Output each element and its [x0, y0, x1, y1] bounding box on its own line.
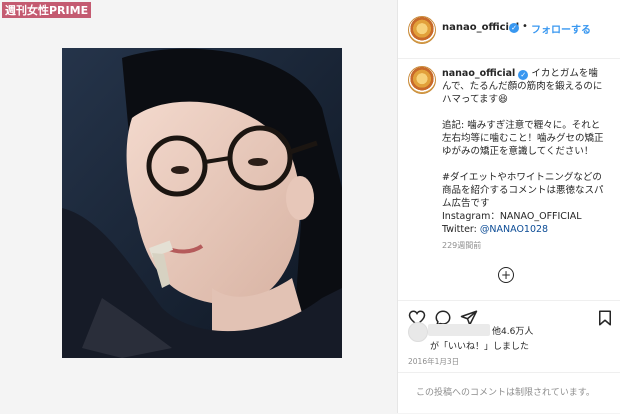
instagram-post: nanao_official ✓ • フォローする nanao_official… [0, 0, 620, 413]
caption-avatar[interactable] [408, 66, 436, 94]
post-header: nanao_official ✓ • フォローする [398, 0, 620, 59]
header-username[interactable]: nanao_official [442, 22, 519, 33]
portrait-image [62, 48, 342, 358]
post-date: 2016年1月3日 [408, 357, 460, 366]
header-separator: • [522, 21, 528, 32]
verified-badge-icon: ✓ [518, 70, 529, 80]
time-ago: 229週間前 [442, 241, 482, 250]
likes-summary: 他4.6万人 が「いいね！」しました [408, 322, 618, 352]
likes-others[interactable]: 他4.6万人 [492, 324, 533, 337]
comments-disabled-text: この投稿へのコメントは制限されています。 [416, 388, 595, 398]
caption-username[interactable]: nanao_official [442, 68, 515, 79]
caption-note: 追記: 噛みすぎ注意で糎々に。それと左右均等に噛むこと！噛みグセの矯正ゆがみの矯… [442, 120, 604, 157]
watermark-logo: 週刊女性PRIME [2, 2, 92, 18]
liker-avatar[interactable] [408, 322, 428, 342]
post-sidebar: nanao_official ✓ • フォローする nanao_official… [397, 0, 620, 413]
caption-text: nanao_official ✓ イカとガムを噛んで、たるんだ顔の筋肉を鍛えるの… [442, 67, 607, 236]
liker-name-redacted [428, 324, 490, 336]
profile-avatar[interactable] [408, 16, 436, 44]
verified-badge-icon: ✓ [509, 23, 519, 33]
post-photo[interactable] [62, 48, 342, 358]
caption-hashtag: #ダイエットやホワイトニングなどの商品を紹介するコメントは悪徳なスパム広告です [442, 172, 604, 209]
likes-suffix: が「いいね！」しました [430, 342, 530, 352]
twitter-handle-link[interactable]: @NANAO1028 [480, 224, 548, 235]
follow-button[interactable]: フォローする [531, 21, 591, 36]
plus-circle-icon[interactable]: + [498, 267, 514, 283]
comment-bar: この投稿へのコメントは制限されています。 [398, 372, 620, 414]
caption-twitter-label: Twitter: [442, 224, 480, 235]
caption-instagram: Instagram：NANAO_OFFICIAL [442, 211, 582, 222]
